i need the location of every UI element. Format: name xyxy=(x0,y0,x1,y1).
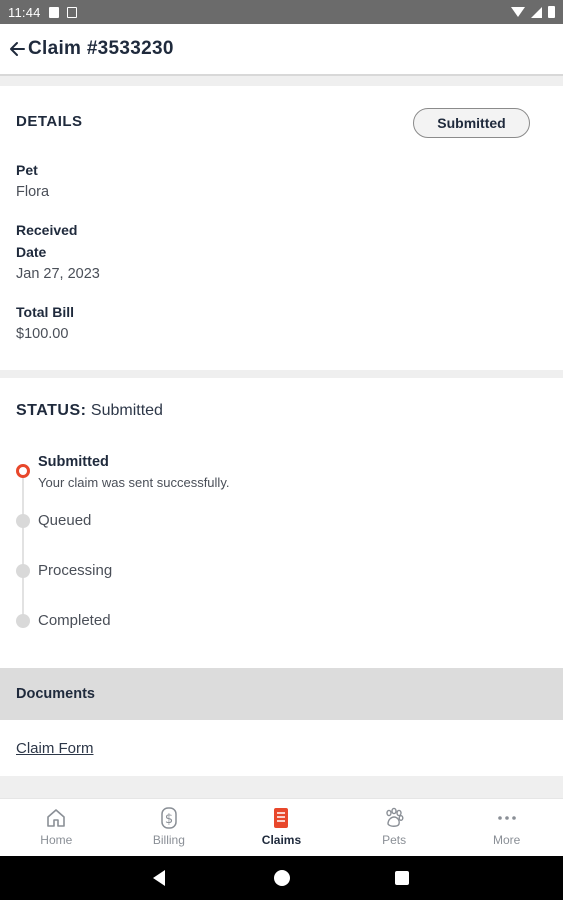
nav-more-label: More xyxy=(493,833,521,847)
home-icon xyxy=(45,806,67,830)
system-recents-icon[interactable] xyxy=(395,871,409,885)
nav-pets-label: Pets xyxy=(382,833,407,847)
received-date-value: Jan 27, 2023 xyxy=(16,266,100,282)
claims-document-icon xyxy=(271,806,291,830)
timeline-dot-submitted xyxy=(16,464,30,478)
documents-list: Claim Form xyxy=(0,720,563,776)
pet-label: Pet xyxy=(16,162,38,178)
system-navigation-bar xyxy=(0,856,563,900)
back-button[interactable] xyxy=(6,38,28,60)
pet-value: Flora xyxy=(16,184,50,200)
nav-home[interactable]: Home xyxy=(0,799,113,856)
status-heading-label: STATUS: xyxy=(16,402,87,419)
battery-icon xyxy=(548,6,555,18)
notification-icon xyxy=(48,6,59,18)
signal-icon xyxy=(531,6,542,18)
arrow-left-icon xyxy=(10,42,25,56)
claim-form-link[interactable]: Claim Form xyxy=(16,740,94,757)
nav-pets[interactable]: Pets xyxy=(338,799,451,856)
timeline-step-submitted-subtext: Your claim was sent successfully. xyxy=(38,475,230,490)
sim-card-icon xyxy=(66,6,77,18)
timeline-line xyxy=(22,478,24,620)
paw-icon xyxy=(382,806,406,830)
nav-claims-label: Claims xyxy=(261,833,302,847)
total-bill-label: Total Bill xyxy=(16,304,75,320)
timeline-step-submitted: Submitted xyxy=(38,454,109,470)
app-bar: Claim #3533230 xyxy=(0,24,563,76)
nav-claims[interactable]: Claims xyxy=(225,799,338,856)
status-heading: STATUS: Submitted xyxy=(16,402,163,420)
timeline-dot-processing xyxy=(16,564,30,578)
status-time: 11:44 xyxy=(8,4,41,20)
timeline-step-queued: Queued xyxy=(38,512,92,529)
documents-header: Documents xyxy=(0,668,563,720)
timeline-dot-completed xyxy=(16,614,30,628)
wifi-icon xyxy=(511,7,525,17)
system-home-icon[interactable] xyxy=(274,870,290,886)
system-status-bar: 11:44 xyxy=(0,0,563,24)
details-card: DETAILS Submitted Pet Flora Received Dat… xyxy=(0,86,563,370)
status-badge: Submitted xyxy=(413,108,530,138)
details-section-title: DETAILS xyxy=(16,113,83,130)
system-back-icon[interactable] xyxy=(153,870,165,886)
dollar-icon: $ xyxy=(158,806,180,830)
svg-text:$: $ xyxy=(165,812,173,827)
bottom-navigation: Home $ Billing Claims Pets More xyxy=(0,798,563,856)
timeline-step-completed: Completed xyxy=(38,612,111,629)
status-heading-value: Submitted xyxy=(90,402,163,419)
timeline-step-processing: Processing xyxy=(38,562,113,579)
page-title: Claim #3533230 xyxy=(28,38,174,59)
total-bill-value: $100.00 xyxy=(16,326,69,342)
nav-billing-label: Billing xyxy=(152,833,185,847)
nav-billing[interactable]: $ Billing xyxy=(113,799,226,856)
nav-home-label: Home xyxy=(40,833,73,847)
timeline-dot-queued xyxy=(16,514,30,528)
received-date-label-line1: Received xyxy=(16,222,78,238)
more-dots-icon xyxy=(495,806,519,830)
status-card: STATUS: Submitted Submitted Your claim w… xyxy=(0,378,563,668)
received-date-label-line2: Date xyxy=(16,244,47,260)
nav-more[interactable]: More xyxy=(450,799,563,856)
